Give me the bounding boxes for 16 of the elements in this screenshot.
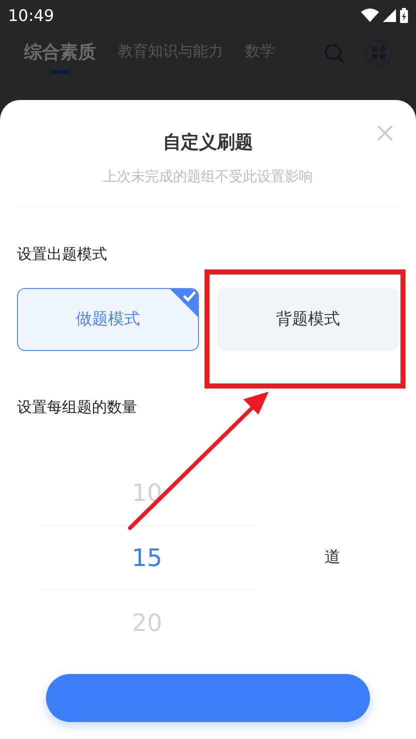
- mode-option[interactable]: 背题模式: [217, 288, 399, 351]
- status-time: 10:49: [8, 6, 54, 24]
- mode-option[interactable]: 做题模式: [17, 288, 199, 351]
- unit-label: 道: [324, 547, 340, 568]
- confirm-button[interactable]: [46, 674, 370, 722]
- check-icon: [169, 289, 198, 318]
- count-option[interactable]: 15: [40, 525, 254, 590]
- count-label: 设置每组题的数量: [17, 398, 138, 417]
- sheet-subtitle: 上次未完成的题组不受此设置影响: [103, 168, 313, 186]
- signal-icon: [383, 8, 396, 22]
- subject-tab[interactable]: 综合素质: [24, 40, 96, 74]
- battery-icon: [400, 8, 408, 22]
- wifi-icon: [361, 8, 379, 22]
- mode-label: 设置出题模式: [17, 245, 108, 264]
- sheet-title: 自定义刷题: [163, 131, 253, 154]
- close-button[interactable]: [376, 124, 394, 142]
